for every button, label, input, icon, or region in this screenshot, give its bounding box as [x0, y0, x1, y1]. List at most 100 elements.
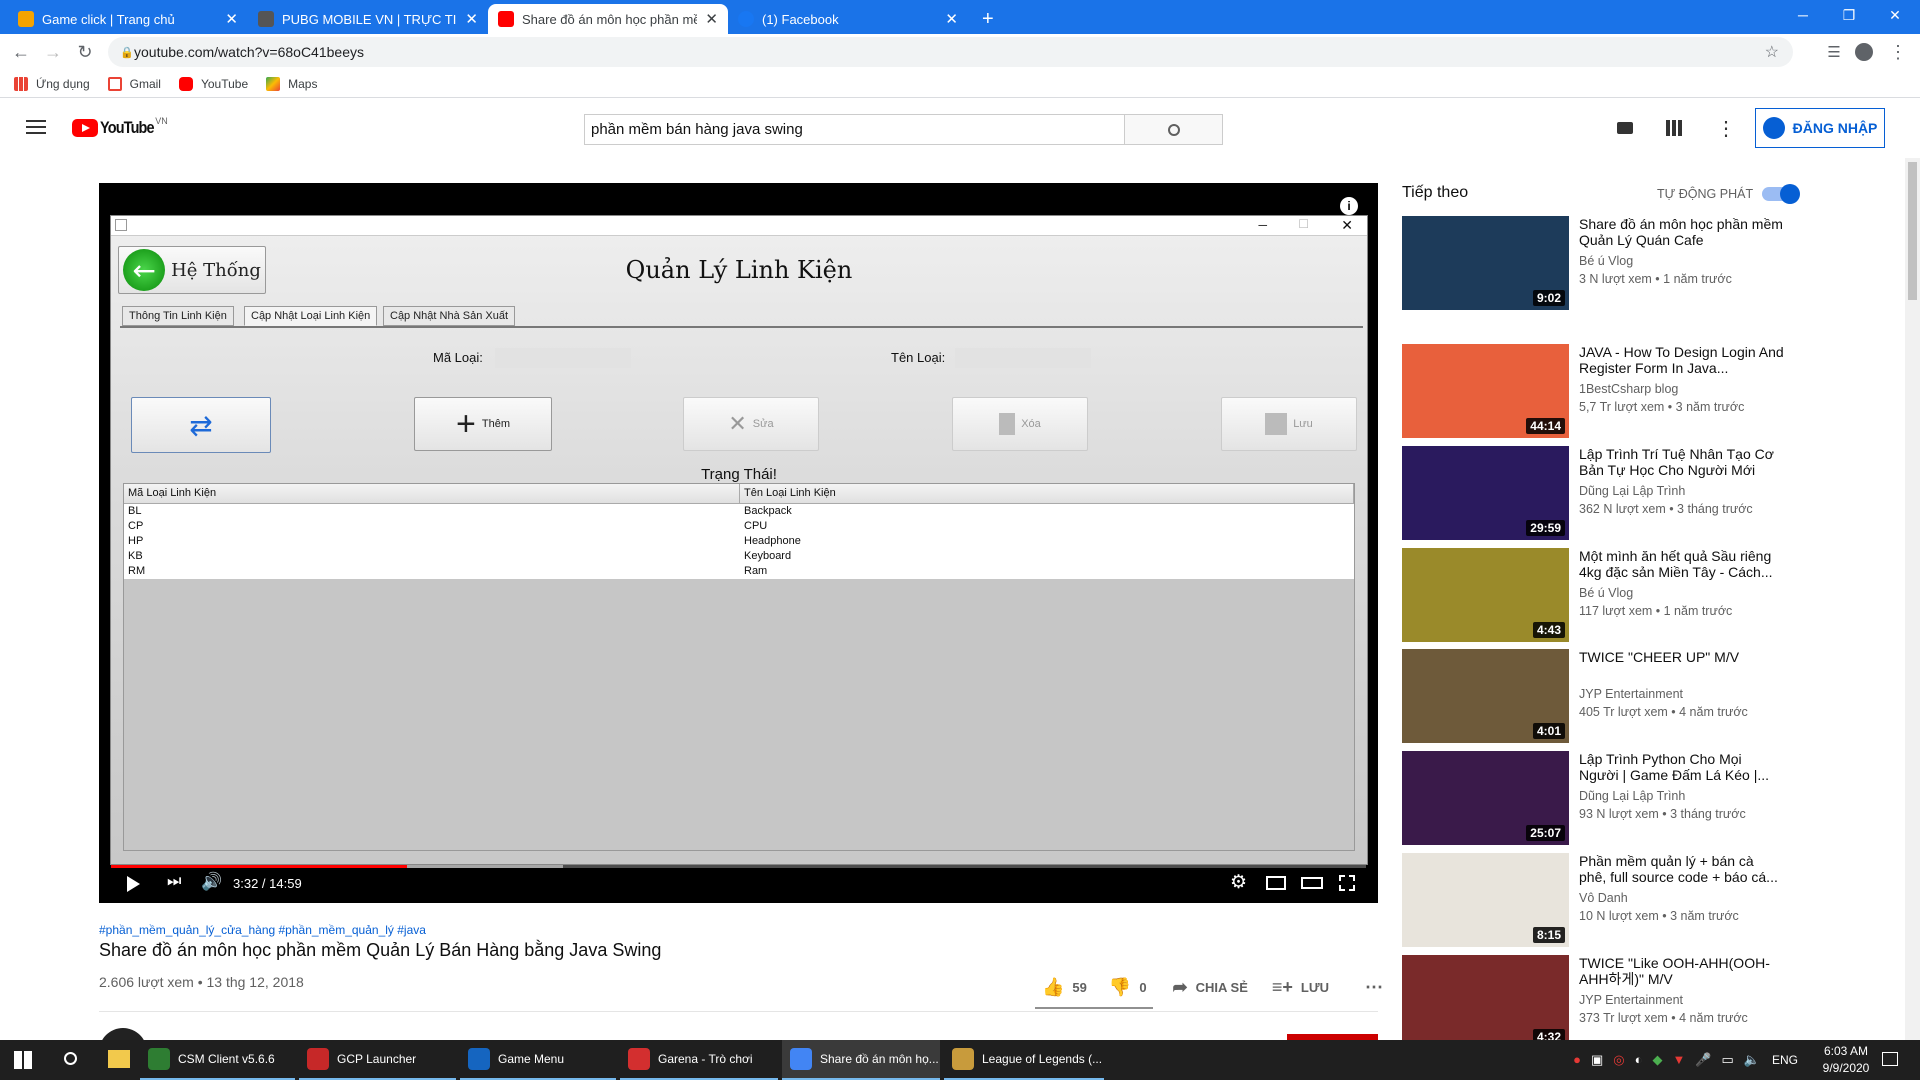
recommended-video[interactable]: 44:14 JAVA - How To Design Login And Regi…	[1402, 344, 1802, 440]
taskbar-search-icon[interactable]	[64, 1052, 77, 1065]
recommended-video[interactable]: 9:02 Share đồ án môn học phần mềm Quản Lý…	[1402, 216, 1802, 312]
recommended-video[interactable]: 29:59 Lập Trình Trí Tuệ Nhân Tạo Cơ Bản T…	[1402, 446, 1802, 542]
tray-app-icon[interactable]: ◆	[1652, 1052, 1662, 1068]
recommended-video[interactable]: 8:15 Phần mềm quản lý + bán cà phê, full …	[1402, 853, 1802, 949]
video-thumbnail[interactable]: 29:59	[1402, 446, 1569, 540]
table-row[interactable]: RM Ram	[124, 564, 1354, 579]
taskbar-app[interactable]: League of Legends (...	[944, 1040, 1104, 1080]
next-icon[interactable]: ⏭	[167, 873, 181, 891]
tray-app-icon[interactable]: ◎	[1613, 1052, 1624, 1068]
close-tab-icon[interactable]: ✕	[225, 10, 238, 28]
tab-component-info[interactable]: Thông Tin Linh Kiện	[122, 306, 234, 326]
search-input[interactable]: phần mềm bán hàng java swing	[584, 114, 1125, 145]
dislike-button[interactable]: 👎 0	[1109, 977, 1147, 998]
video-thumbnail[interactable]: 4:43	[1402, 548, 1569, 642]
clock-date[interactable]: 9/9/2020	[1818, 1061, 1874, 1075]
name-field-input[interactable]	[955, 348, 1091, 368]
close-window-icon[interactable]: ✕	[1872, 0, 1918, 30]
file-explorer-icon[interactable]	[108, 1050, 130, 1068]
windows-start-icon[interactable]	[14, 1051, 32, 1069]
refresh-button[interactable]: ⇄	[131, 397, 271, 453]
tray-app-icon[interactable]: ◐	[1635, 1052, 1643, 1068]
theater-mode-icon[interactable]	[1301, 877, 1323, 889]
clock-time[interactable]: 6:03 AM	[1818, 1044, 1874, 1058]
back-icon[interactable]: ←	[10, 41, 32, 63]
add-button[interactable]: + Thêm	[414, 397, 552, 451]
bookmark-star-icon[interactable]: ☆	[1765, 42, 1779, 62]
close-tab-icon[interactable]: ✕	[945, 10, 958, 28]
recommended-video[interactable]: 4:01 TWICE "CHEER UP" M/V JYP Entertainmen…	[1402, 649, 1802, 745]
tab-update-component-type[interactable]: Cập Nhật Loại Linh Kiện	[244, 306, 378, 326]
chrome-menu-icon[interactable]: ⋮	[1887, 41, 1909, 63]
browser-tab[interactable]: PUBG MOBILE VN | TRỰC TIẾP GI... ✕	[248, 4, 488, 34]
java-close-icon[interactable]: ✕	[1341, 217, 1353, 234]
bookmark-youtube[interactable]: YouTube	[178, 76, 248, 91]
save-to-playlist-button[interactable]: ≡+ LƯU	[1272, 977, 1329, 998]
speaker-icon[interactable]: 🔈	[1744, 1052, 1760, 1068]
edit-button[interactable]: ✕ Sửa	[683, 397, 819, 451]
youtube-logo[interactable]: YouTube VN	[72, 116, 168, 138]
browser-tab-active[interactable]: Share đồ án môn học phần mềm... ✕	[488, 4, 728, 34]
tab-update-manufacturer[interactable]: Cập Nhật Nhà Sản Xuất	[383, 306, 516, 326]
save-button[interactable]: Lưu	[1221, 397, 1357, 451]
video-thumbnail[interactable]: 4:32	[1402, 955, 1569, 1049]
tray-app-icon[interactable]: ▼	[1672, 1052, 1685, 1068]
microphone-icon[interactable]: 🎤	[1695, 1052, 1711, 1068]
bookmark-maps[interactable]: Maps	[266, 76, 317, 91]
video-thumbnail[interactable]: 4:01	[1402, 649, 1569, 743]
bookmark-gmail[interactable]: Gmail	[107, 76, 161, 91]
java-maximize-icon[interactable]: ☐	[1298, 217, 1309, 231]
taskbar-app[interactable]: CSM Client v5.6.6	[140, 1040, 295, 1080]
table-row[interactable]: BL Backpack	[124, 504, 1354, 519]
youtube-apps-icon[interactable]	[1666, 120, 1682, 136]
maximize-icon[interactable]: ❐	[1826, 0, 1872, 30]
recommended-video[interactable]: 25:07 Lập Trình Python Cho Mọi Người | Ga…	[1402, 751, 1802, 847]
miniplayer-icon[interactable]	[1266, 876, 1286, 890]
java-minimize-icon[interactable]: ─	[1258, 218, 1267, 232]
reading-list-icon[interactable]: ☰	[1823, 41, 1845, 63]
tray-app-icon[interactable]: ●	[1573, 1052, 1581, 1068]
create-video-icon[interactable]	[1617, 122, 1633, 134]
table-row[interactable]: CP CPU	[124, 519, 1354, 534]
video-thumbnail[interactable]: 8:15	[1402, 853, 1569, 947]
share-button[interactable]: ➦ CHIA SẺ	[1173, 977, 1248, 998]
browser-tab[interactable]: Game click | Trang chủ ✕	[8, 4, 248, 34]
video-thumbnail[interactable]: 44:14	[1402, 344, 1569, 438]
taskbar-app[interactable]: Share đồ án môn họ...	[782, 1040, 940, 1080]
more-actions-icon[interactable]: ⋯	[1365, 977, 1383, 998]
scrollbar-thumb[interactable]	[1908, 162, 1917, 300]
table-row[interactable]: KB Keyboard	[124, 549, 1354, 564]
search-button[interactable]	[1125, 114, 1223, 145]
taskbar-app[interactable]: GCP Launcher	[299, 1040, 456, 1080]
bookmark-apps[interactable]: Ứng dụng	[14, 76, 90, 91]
hamburger-menu-icon[interactable]	[26, 120, 46, 134]
new-tab-button[interactable]: +	[972, 4, 1002, 34]
video-thumbnail[interactable]: 25:07	[1402, 751, 1569, 845]
fullscreen-icon[interactable]	[1339, 875, 1355, 891]
code-field-input[interactable]	[495, 348, 631, 368]
system-tray-icons[interactable]: ● ▣ ◎ ◐ ◆ ▼ 🎤 ▭ 🔈	[1530, 1052, 1760, 1068]
video-player[interactable]: i ─ ☐ ✕ ← Hệ Thống Quản Lý Linh Kiện Thô…	[99, 183, 1378, 903]
minimize-icon[interactable]: ─	[1780, 0, 1826, 30]
close-tab-icon[interactable]: ✕	[465, 10, 478, 28]
profile-avatar-icon[interactable]	[1855, 43, 1873, 61]
page-scrollbar[interactable]	[1905, 158, 1920, 1040]
browser-tab[interactable]: (1) Facebook ✕	[728, 4, 968, 34]
settings-menu-icon[interactable]: ⋮	[1716, 116, 1736, 141]
autoplay-toggle[interactable]	[1762, 184, 1800, 204]
info-icon[interactable]: i	[1340, 197, 1358, 215]
input-language[interactable]: ENG	[1772, 1053, 1798, 1067]
recommended-video[interactable]: 4:32 TWICE "Like OOH-AHH(OOH-AHH하게)" M/V J…	[1402, 955, 1802, 1051]
table-row[interactable]: HP Headphone	[124, 534, 1354, 549]
network-icon[interactable]: ▭	[1722, 1052, 1734, 1068]
like-button[interactable]: 👍 59	[1042, 977, 1087, 998]
sign-in-button[interactable]: ĐĂNG NHẬP	[1755, 108, 1885, 148]
notification-center-icon[interactable]	[1882, 1052, 1898, 1066]
recommended-video[interactable]: 4:43 Một mình ăn hết quả Sầu riêng 4kg đặ…	[1402, 548, 1802, 644]
tray-app-icon[interactable]: ▣	[1591, 1052, 1603, 1068]
settings-gear-icon[interactable]: ⚙	[1230, 871, 1247, 894]
forward-icon[interactable]: →	[42, 41, 64, 63]
taskbar-app[interactable]: Game Menu	[460, 1040, 616, 1080]
video-thumbnail[interactable]: 9:02	[1402, 216, 1569, 310]
delete-button[interactable]: Xóa	[952, 397, 1088, 451]
